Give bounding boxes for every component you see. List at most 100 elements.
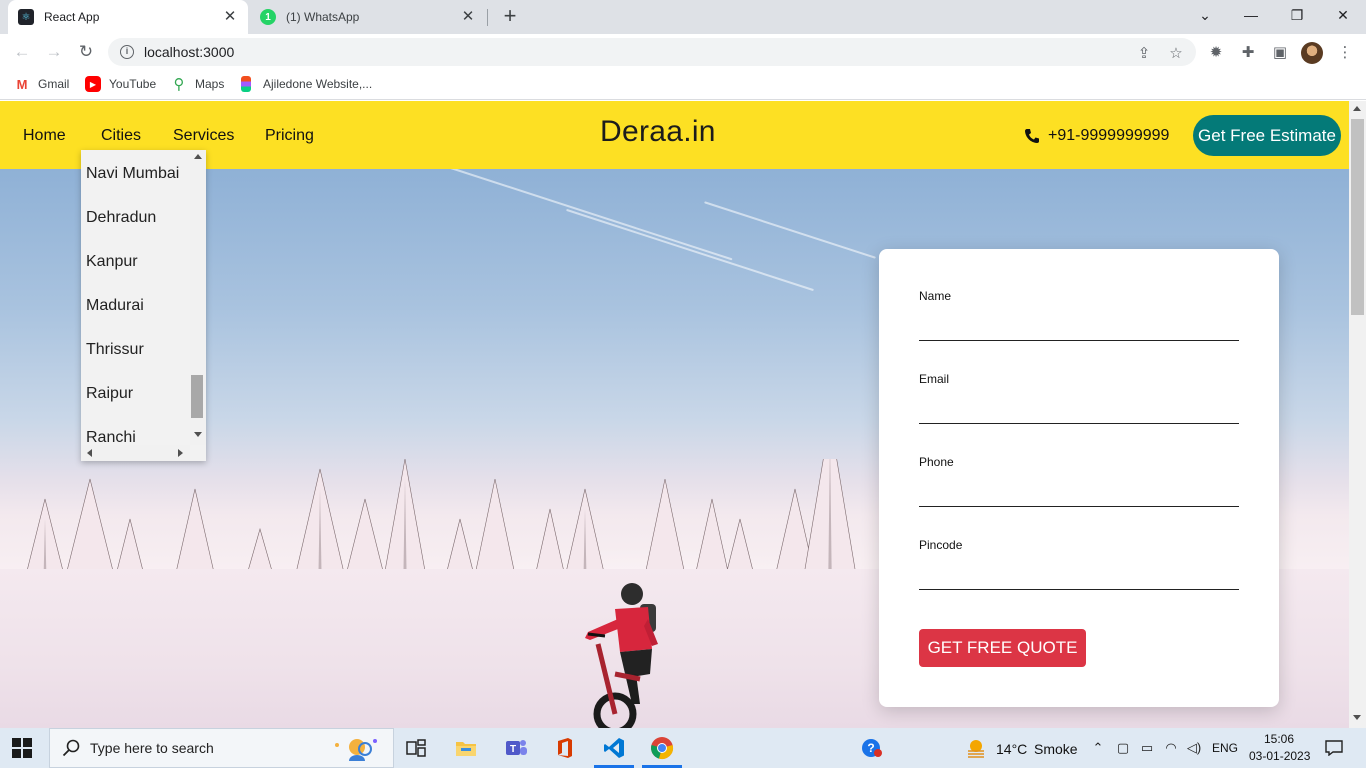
meet-now-icon[interactable]: ▢	[1115, 740, 1131, 756]
windows-start-icon[interactable]	[12, 738, 32, 758]
bookmark-gmail[interactable]: M Gmail	[14, 76, 69, 92]
vscode-icon[interactable]	[600, 734, 628, 762]
name-input[interactable]	[919, 313, 1239, 341]
windows-taskbar: Type here to search T ? 14°C Smoke ⌃ ▢ ▭	[0, 728, 1366, 768]
pincode-input[interactable]	[919, 562, 1239, 590]
help-icon[interactable]: ?	[858, 734, 886, 762]
extensions-puzzle-icon[interactable]: ✚	[1239, 43, 1257, 61]
browser-tab-strip: ⚛ React App ✕ 1 (1) WhatsApp ✕ + ⌄ — ❐ ✕	[0, 0, 1366, 34]
svg-text:T: T	[510, 744, 516, 755]
bookmark-label: YouTube	[109, 77, 157, 91]
email-label: Email	[919, 372, 950, 386]
gmail-icon: M	[14, 76, 30, 92]
task-view-icon[interactable]	[402, 734, 430, 762]
bookmarks-bar: M Gmail ▶ YouTube ⚲ Maps Ajiledone Websi…	[0, 70, 1366, 100]
close-window-button[interactable]: ✕	[1320, 0, 1366, 30]
notification-icon[interactable]	[1325, 740, 1343, 756]
scroll-down-arrow-icon[interactable]	[1353, 715, 1361, 720]
bookmark-label: Gmail	[38, 77, 70, 91]
phone-icon	[1025, 129, 1039, 143]
nav-services[interactable]: Services	[173, 127, 234, 145]
bookmark-ajiledone[interactable]: Ajiledone Website,...	[241, 76, 372, 92]
close-icon[interactable]: ✕	[222, 9, 238, 25]
city-item[interactable]: Raipur	[86, 385, 133, 403]
city-item[interactable]: Navi Mumbai	[86, 165, 179, 183]
city-item[interactable]: Thrissur	[86, 341, 144, 359]
forward-button[interactable]: →	[41, 39, 67, 65]
share-icon[interactable]: ⇪	[1135, 44, 1153, 62]
tab-whatsapp[interactable]: 1 (1) WhatsApp ✕	[250, 0, 486, 34]
weather-temperature[interactable]: 14°C	[996, 741, 1027, 757]
chrome-icon[interactable]	[648, 734, 676, 762]
scroll-up-arrow-icon[interactable]	[194, 154, 202, 159]
phone-input[interactable]	[919, 479, 1239, 507]
dropdown-horizontal-scrollbar[interactable]	[81, 445, 190, 461]
teams-icon[interactable]: T	[502, 734, 530, 762]
scroll-down-arrow-icon[interactable]	[194, 432, 202, 437]
site-brand-logo[interactable]: Deraa.in	[600, 115, 716, 149]
language-indicator[interactable]: ENG	[1212, 741, 1238, 755]
bookmark-label: Maps	[195, 77, 225, 91]
side-panel-icon[interactable]: ▣	[1271, 43, 1289, 61]
page-scroll-thumb[interactable]	[1351, 119, 1364, 315]
chevron-up-icon[interactable]: ⌃	[1090, 740, 1106, 756]
search-icon	[62, 739, 80, 757]
bookmark-star-icon[interactable]: ☆	[1167, 44, 1185, 62]
bookmark-youtube[interactable]: ▶ YouTube	[85, 76, 156, 92]
tab-react-app[interactable]: ⚛ React App ✕	[8, 0, 248, 34]
phone-label: Phone	[919, 455, 954, 469]
get-free-estimate-button[interactable]: Get Free Estimate	[1193, 115, 1341, 156]
office-icon[interactable]	[551, 734, 579, 762]
clock-date[interactable]: 03-01-2023	[1249, 749, 1310, 763]
site-info-icon[interactable]: i	[120, 45, 134, 59]
new-tab-button[interactable]: +	[499, 5, 521, 28]
city-item[interactable]: Kanpur	[86, 253, 138, 271]
reload-button[interactable]: ↻	[73, 39, 99, 65]
nav-pricing[interactable]: Pricing	[265, 127, 314, 145]
volume-icon[interactable]: ◁)	[1186, 740, 1202, 756]
phone-number: +91-9999999999	[1048, 127, 1170, 144]
search-placeholder: Type here to search	[90, 740, 214, 756]
cities-dropdown[interactable]: Navi Mumbai Dehradun Kanpur Madurai Thri…	[81, 150, 206, 461]
tab-search-icon[interactable]: ⌄	[1182, 0, 1228, 30]
cloud-streak	[566, 208, 814, 292]
scroll-right-arrow-icon[interactable]	[178, 449, 183, 457]
get-free-quote-button[interactable]: GET FREE QUOTE	[919, 629, 1086, 667]
nav-cities[interactable]: Cities	[101, 127, 141, 145]
browser-toolbar: ← → ↻ i localhost:3000 ⇪ ☆ ✹ ✚ ▣ ⋮	[0, 34, 1366, 70]
figma-icon	[241, 76, 251, 92]
city-item[interactable]: Dehradun	[86, 209, 156, 227]
maps-icon: ⚲	[173, 76, 185, 93]
bookmark-label: Ajiledone Website,...	[263, 77, 373, 91]
minimize-button[interactable]: —	[1228, 0, 1274, 30]
address-bar[interactable]: i localhost:3000 ⇪ ☆	[108, 38, 1196, 66]
back-button[interactable]: ←	[9, 39, 35, 65]
nav-home[interactable]: Home	[23, 127, 66, 145]
pincode-label: Pincode	[919, 538, 963, 552]
city-item[interactable]: Madurai	[86, 297, 144, 315]
battery-icon[interactable]: ▭	[1139, 740, 1155, 756]
fatbike-rider-image	[585, 583, 658, 728]
extension-bug-icon[interactable]: ✹	[1207, 43, 1225, 61]
wifi-icon[interactable]: ◠	[1163, 740, 1179, 756]
weather-description[interactable]: Smoke	[1034, 741, 1078, 757]
dropdown-scroll-thumb[interactable]	[191, 375, 203, 418]
search-highlight-illustration-icon	[335, 739, 377, 761]
whatsapp-icon: 1	[260, 9, 276, 25]
restore-button[interactable]: ❐	[1274, 0, 1320, 30]
profile-avatar[interactable]	[1301, 42, 1323, 64]
close-icon[interactable]: ✕	[460, 9, 476, 25]
menu-kebab-icon[interactable]: ⋮	[1336, 43, 1354, 61]
youtube-icon: ▶	[85, 76, 101, 92]
phone-contact[interactable]: +91-9999999999	[1024, 127, 1169, 145]
file-explorer-icon[interactable]	[452, 734, 480, 762]
email-input[interactable]	[919, 396, 1239, 424]
weather-smoke-icon[interactable]	[965, 737, 987, 759]
url-text[interactable]: localhost:3000	[144, 44, 234, 60]
scroll-up-arrow-icon[interactable]	[1353, 106, 1361, 111]
cloud-streak	[704, 201, 876, 259]
scroll-left-arrow-icon[interactable]	[87, 449, 92, 457]
bookmark-maps[interactable]: ⚲ Maps	[171, 76, 225, 93]
clock-time[interactable]: 15:06	[1264, 732, 1294, 746]
taskbar-search-box[interactable]: Type here to search	[49, 728, 394, 768]
